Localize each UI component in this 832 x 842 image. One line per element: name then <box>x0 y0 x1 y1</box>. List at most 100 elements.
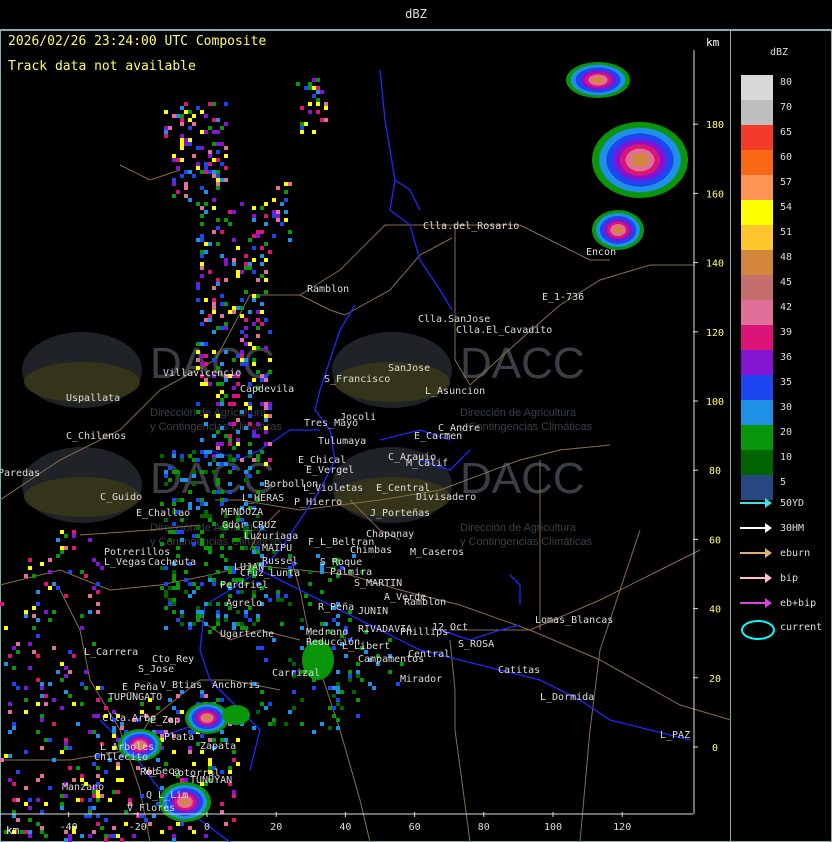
place-label: Ugarteche <box>220 629 274 640</box>
place-label: TUPUNGATO <box>108 692 162 703</box>
place-label: Jocoli <box>340 412 376 423</box>
place-label: SanJose <box>388 363 430 374</box>
place-label: Ramblon <box>404 597 446 608</box>
radar-map[interactable]: DACC Dirección de Agricultura y Contingenc… <box>0 30 731 842</box>
scale-swatch-51 <box>741 225 773 250</box>
place-label: Gdor_CRUZ <box>222 520 276 531</box>
track-legend-label: 30HM <box>780 523 805 534</box>
scale-swatch-39 <box>741 325 773 350</box>
scale-swatch-48 <box>741 250 773 275</box>
place-label: E_Carmen <box>414 431 462 442</box>
scale-label: 57 <box>780 177 793 188</box>
place-label: Chimbas <box>350 545 392 556</box>
place-label: V_Flores <box>127 803 175 814</box>
place-label: L_Violetas <box>303 483 363 494</box>
place-label: Campamentos <box>358 654 424 665</box>
track-legend-label: bip <box>780 573 799 584</box>
place-label: JUNIN <box>358 606 388 617</box>
place-label: Lomas_Blancas <box>535 615 613 626</box>
place-label: Mirador <box>400 674 442 685</box>
x-tick-label: 0 <box>204 822 210 833</box>
y-tick-label: 0 <box>712 743 718 754</box>
place-label: Clla.El_Cavadito <box>456 325 552 336</box>
place-label: S_Francisco <box>324 374 390 385</box>
place-label: Manzano <box>62 782 104 793</box>
y-tick-label: 160 <box>706 189 724 200</box>
scale-swatch-70 <box>741 100 773 125</box>
place-label: E_Vergel <box>306 465 354 476</box>
place-label: MENDOZA <box>221 507 263 518</box>
place-label: Tulumaya <box>318 436 366 447</box>
window-title: dBZ <box>405 7 427 21</box>
place-label: Luzuriaga <box>244 531 298 542</box>
scale-swatch-54 <box>741 200 773 225</box>
x-tick-label: 80 <box>478 822 490 833</box>
y-tick-label: 80 <box>709 466 721 477</box>
current-label: current <box>780 622 823 633</box>
scale-swatch-42 <box>741 300 773 325</box>
place-label: S_Jose <box>138 664 174 675</box>
place-label: Zapata <box>200 741 236 752</box>
place-label: Clla.Arbo <box>102 713 156 724</box>
place-label: Capdevila <box>240 384 294 395</box>
place-label: Uspallata <box>66 393 120 404</box>
place-label: Agrelo <box>226 598 262 609</box>
track-legend-row: eburn <box>740 548 810 559</box>
place-label: Clla.del_Rosario <box>423 221 519 232</box>
svg-text:y Contingencias Climáticas: y Contingencias Climáticas <box>460 536 593 548</box>
scale-label: 10 <box>780 452 793 463</box>
place-label: Russel <box>262 556 298 567</box>
scale-label: 5 <box>780 477 787 488</box>
title-bar: dBZ <box>0 0 832 30</box>
place-label: S_ROSA <box>458 639 494 650</box>
track-arrow-icon <box>740 523 774 533</box>
place-label: L_Carrera <box>84 647 138 658</box>
place-label: Q_L_Lim <box>146 790 188 801</box>
scale-label: 70 <box>780 102 793 113</box>
scale-label: 80 <box>780 77 793 88</box>
place-label: L_HERAS <box>242 493 284 504</box>
scale-swatch-36 <box>741 350 773 375</box>
place-label: TUNUYAN <box>190 775 232 786</box>
svg-text:DACC: DACC <box>460 454 585 503</box>
track-legend-label: eburn <box>780 548 811 559</box>
scale-label: 65 <box>780 127 793 138</box>
place-label: Palmira <box>330 567 372 578</box>
scale-label: 48 <box>780 252 793 263</box>
place-label: P_Hierro <box>294 497 342 508</box>
x-tick-label: 60 <box>409 822 421 833</box>
track-legend-label: eb+bip <box>780 598 817 609</box>
scale-swatch-10 <box>741 450 773 475</box>
legend-title: dBZ <box>770 47 789 58</box>
track-legend-label: 50YD <box>780 498 805 509</box>
place-label: Chilecito <box>94 752 148 763</box>
scale-label: 60 <box>780 152 793 163</box>
scale-label: 51 <box>780 227 793 238</box>
km-unit-bottom: km <box>6 824 20 837</box>
x-tick-label: 20 <box>270 822 282 833</box>
scale-swatch-5 <box>741 475 773 500</box>
y-tick-label: 100 <box>706 397 724 408</box>
place-label: E_Challao <box>136 508 190 519</box>
place-label: L_Asuncion <box>425 386 485 397</box>
scale-label: 36 <box>780 352 793 363</box>
scale-swatch-60 <box>741 150 773 175</box>
scale-label: 30 <box>780 402 793 413</box>
place-label: M_Calif <box>406 458 448 469</box>
x-tick-label: 40 <box>339 822 351 833</box>
place-label: R_Peña <box>318 602 354 613</box>
place-label: J_Porteñas <box>370 508 430 519</box>
svg-text:DACC: DACC <box>460 339 585 388</box>
scale-swatch-57 <box>741 175 773 200</box>
dacc-logo-icon: DACCDirección de Agriculturay Contingenc… <box>22 332 283 433</box>
place-label: Paredas <box>0 468 40 479</box>
track-arrow-icon <box>740 548 774 558</box>
place-label: L_Dormida <box>540 692 594 703</box>
track-arrow-icon <box>740 598 774 608</box>
scale-label: 39 <box>780 327 793 338</box>
place-label: Cruz_Lunta <box>240 568 300 579</box>
scale-label: 45 <box>780 277 793 288</box>
place-label: L_Vegas <box>104 557 146 568</box>
place-label: Cacheuta <box>148 557 196 568</box>
place-label: Ramblon <box>307 284 349 295</box>
